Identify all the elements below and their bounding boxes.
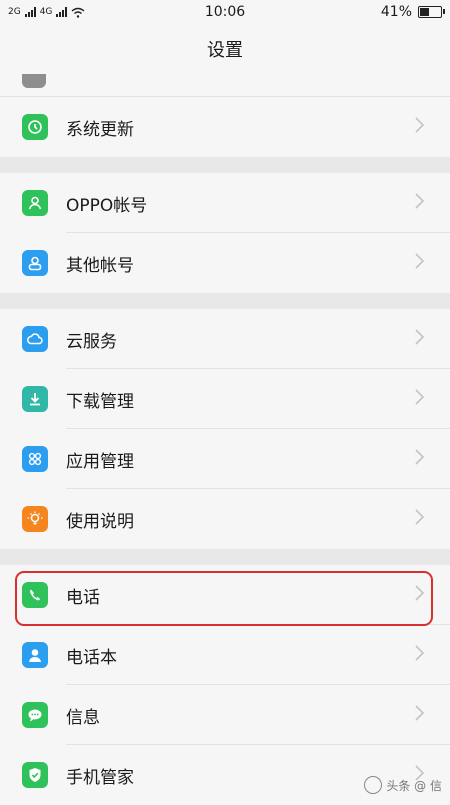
settings-item-label: 应用管理: [66, 451, 134, 472]
settings-item[interactable]: 信息: [0, 685, 450, 745]
lightbulb-icon: [22, 506, 48, 532]
settings-item-label: 手机管家: [66, 767, 134, 788]
settings-item[interactable]: 下载管理: [0, 369, 450, 429]
settings-item[interactable]: 应用管理: [0, 429, 450, 489]
account-icon: [22, 190, 48, 216]
status-bar: 2G 4G 10:06 41%: [0, 0, 450, 24]
chevron-right-icon: [414, 704, 450, 726]
system-update-icon: [22, 114, 48, 140]
partial-list-item[interactable]: [0, 74, 450, 97]
settings-item-label: 使用说明: [66, 511, 134, 532]
settings-item-label: 信息: [66, 707, 100, 728]
chevron-right-icon: [414, 388, 450, 410]
shield-icon: [22, 762, 48, 788]
watermark-text: 头条 @ 信: [386, 778, 442, 793]
settings-list: 系统更新 OPPO帐号 其他帐号云服务下载管理应用管理使用说明电话电话本信息手机管家: [0, 97, 450, 805]
settings-item-label: 系统更新: [66, 119, 134, 140]
chevron-right-icon: [414, 448, 450, 470]
watermark: 头条 @ 信: [364, 776, 442, 794]
chevron-right-icon: [414, 192, 450, 214]
chevron-right-icon: [414, 584, 450, 606]
section-divider: [0, 157, 450, 173]
section-divider: [0, 293, 450, 309]
settings-item[interactable]: 系统更新: [0, 97, 450, 157]
apps-icon: [22, 446, 48, 472]
section-divider: [0, 549, 450, 565]
settings-item-label: 电话: [66, 587, 100, 608]
other-account-icon: [22, 250, 48, 276]
settings-item-label: 下载管理: [66, 391, 134, 412]
partial-item-icon: [22, 74, 46, 88]
settings-item[interactable]: 手机管家: [0, 745, 450, 805]
download-icon: [22, 386, 48, 412]
chevron-right-icon: [414, 508, 450, 530]
status-time: 10:06: [204, 4, 246, 20]
page-title: 设置: [0, 24, 450, 74]
phone-icon: [22, 582, 48, 608]
settings-item[interactable]: OPPO帐号: [0, 173, 450, 233]
watermark-logo-icon: [364, 776, 383, 794]
chevron-right-icon: [414, 644, 450, 666]
contacts-icon: [22, 642, 48, 668]
battery-fill: [420, 8, 430, 16]
settings-item[interactable]: 云服务: [0, 309, 450, 369]
settings-item[interactable]: 其他帐号: [0, 233, 450, 293]
settings-item[interactable]: 使用说明: [0, 489, 450, 549]
settings-item-label: 其他帐号: [66, 255, 134, 276]
battery-icon: [418, 6, 445, 18]
chevron-right-icon: [414, 116, 450, 138]
settings-item[interactable]: 电话本: [0, 625, 450, 685]
settings-item-label: 云服务: [66, 331, 117, 352]
cloud-icon: [22, 326, 48, 352]
chevron-right-icon: [414, 328, 450, 350]
message-icon: [22, 702, 48, 728]
settings-item-label: OPPO帐号: [66, 195, 148, 216]
chevron-right-icon: [414, 252, 450, 274]
settings-item[interactable]: 电话: [0, 565, 450, 625]
settings-item-label: 电话本: [66, 647, 117, 668]
